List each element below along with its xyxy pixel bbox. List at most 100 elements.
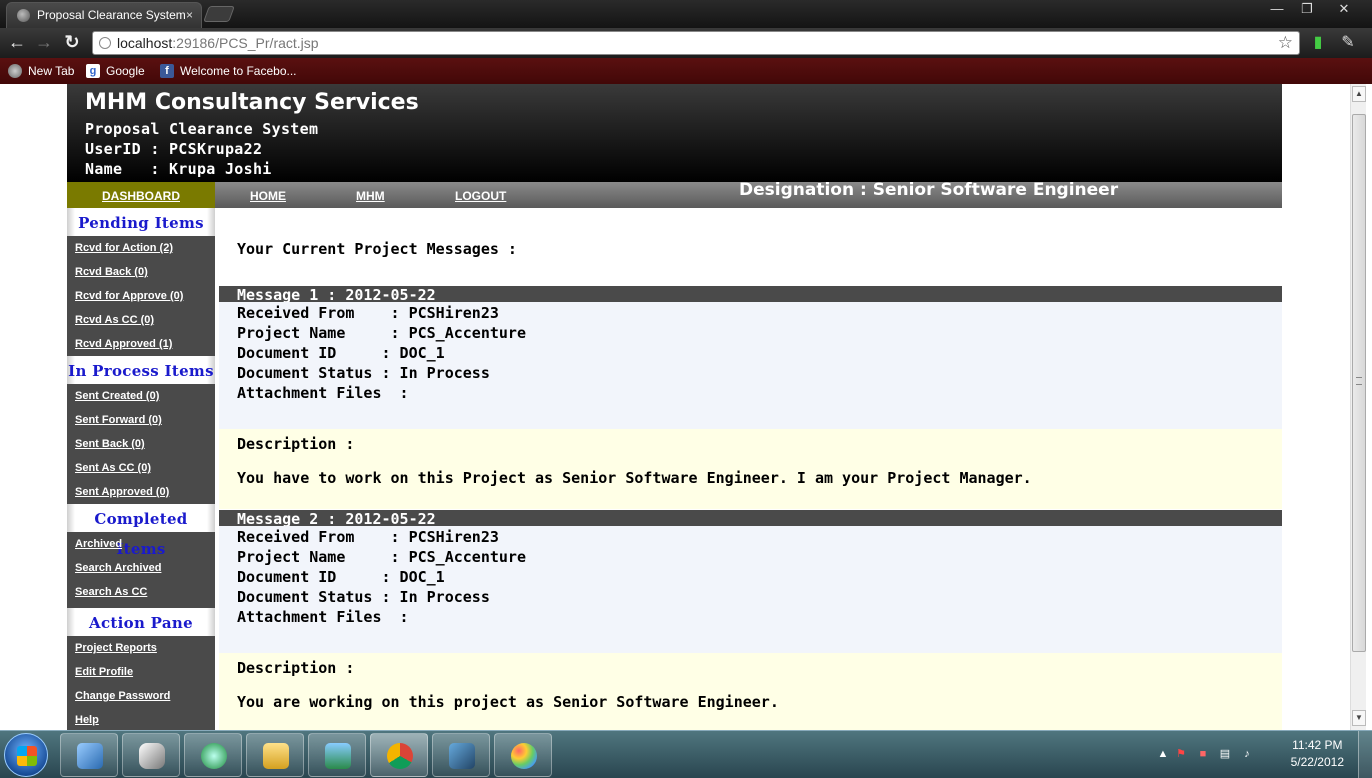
tab-close-icon[interactable]: × [186,3,193,27]
scrollbar-thumb[interactable] [1352,114,1366,652]
description-text: You are working on this project as Senio… [237,693,779,711]
bookmark-star-icon[interactable]: ☆ [1278,32,1293,54]
section-title-action-pane: Action Pane [67,608,215,636]
sidebar-item-edit-profile[interactable]: Edit Profile [67,660,215,684]
taskbar-app-netbeans[interactable] [122,733,180,777]
dolphin-icon [449,743,475,769]
window-controls: — ❐ ✕ [1262,0,1366,20]
windows-logo-icon [17,746,37,766]
received-from: Received From : PCSHiren23 [237,528,499,546]
sidebar-item-rcvd-for-action[interactable]: Rcvd for Action (2) [67,236,215,260]
sidebar-item-rcvd-back[interactable]: Rcvd Back (0) [67,260,215,284]
sidebar-item-sent-created[interactable]: Sent Created (0) [67,384,215,408]
taskbar-app-mysql[interactable] [432,733,490,777]
back-arrow-icon[interactable]: ← [6,32,28,54]
close-window-button[interactable]: ✕ [1322,0,1366,20]
sidebar: Pending Items Rcvd for Action (2) Rcvd B… [67,208,215,730]
maximize-button[interactable]: ❐ [1292,0,1322,20]
document-id: Document ID : DOC_1 [237,344,445,362]
messages-heading: Your Current Project Messages : [237,240,517,258]
browser-tab[interactable]: Proposal Clearance System × [6,2,202,28]
section-title-pending: Pending Items [67,208,215,236]
sidebar-item-sent-back[interactable]: Sent Back (0) [67,432,215,456]
page-icon [8,64,22,78]
document-status: Document Status : In Process [237,364,490,382]
dashboard-link[interactable]: DASHBOARD [67,182,215,208]
designation: Designation : Senior Software Engineer [739,180,1119,200]
bookmark-google[interactable]: g Google [86,62,145,80]
show-hidden-icons-arrow-icon[interactable]: ▲ [1156,747,1170,761]
windows-taskbar: ▲ ⚑ ■ ▤ ♪ 11:42 PM 5/22/2012 [0,730,1372,778]
message-description: Description : You have to work on this P… [219,429,1282,509]
minimize-button[interactable]: — [1262,0,1292,20]
user-id: UserID : PCSKrupa22 [85,140,263,158]
action-center-flag-icon[interactable]: ⚑ [1174,747,1188,761]
forward-arrow-icon[interactable]: → [33,32,55,54]
palette-icon [511,743,537,769]
system-tray: ▲ ⚑ ■ ▤ ♪ 11:42 PM 5/22/2012 [1152,731,1372,778]
sidebar-item-help[interactable]: Help [67,708,215,730]
taskbar-app-photo-viewer[interactable] [308,733,366,777]
network-icon[interactable]: ▤ [1218,747,1232,761]
bookmarks-bar: New Tab g Google f Welcome to Facebo... [0,58,1372,84]
security-icon[interactable]: ■ [1196,747,1210,761]
logout-link[interactable]: LOGOUT [455,182,506,208]
tab-title: Proposal Clearance System [37,8,186,22]
pcs-page: MHM Consultancy Services Proposal Cleara… [67,84,1282,730]
taskbar-app-internet-explorer[interactable] [184,733,242,777]
received-from: Received From : PCSHiren23 [237,304,499,322]
reload-icon[interactable]: ↻ [61,32,83,54]
ie-icon [201,743,227,769]
sidebar-item-search-as-cc[interactable]: Search As CC [67,580,215,604]
chrome-icon [387,743,413,769]
bookmark-facebook[interactable]: f Welcome to Facebo... [160,62,297,80]
taskbar-app-virtualbox[interactable] [60,733,118,777]
description-label: Description : [237,659,355,677]
company-name: MHM Consultancy Services [85,90,419,115]
volume-icon[interactable]: ♪ [1240,747,1254,761]
sidebar-item-sent-forward[interactable]: Sent Forward (0) [67,408,215,432]
taskbar-clock[interactable]: 11:42 PM 5/22/2012 [1291,737,1344,771]
start-button[interactable] [4,733,48,777]
vertical-scrollbar[interactable]: ▲ ▼ [1350,84,1366,730]
description-label: Description : [237,435,355,453]
show-desktop-button[interactable] [1358,731,1372,778]
browser-titlebar: Proposal Clearance System × — ❐ ✕ [0,0,1372,28]
scroll-up-arrow-icon[interactable]: ▲ [1352,86,1366,102]
sidebar-item-rcvd-approved[interactable]: Rcvd Approved (1) [67,332,215,356]
document-id: Document ID : DOC_1 [237,568,445,586]
sidebar-item-search-archived[interactable]: Search Archived [67,556,215,580]
attachment-files: Attachment Files : [237,384,409,402]
sidebar-item-rcvd-for-approve[interactable]: Rcvd for Approve (0) [67,284,215,308]
home-link[interactable]: HOME [250,182,286,208]
mhm-link[interactable]: MHM [356,182,385,208]
sidebar-item-sent-as-cc[interactable]: Sent As CC (0) [67,456,215,480]
folder-icon [263,743,289,769]
taskbar-app-chrome[interactable] [370,733,428,777]
signal-bars-icon[interactable]: ▮ [1308,33,1328,53]
main-nav: DASHBOARD HOME MHM LOGOUT Designation : … [67,182,1282,208]
messages-panel: Your Current Project Messages : Message … [219,208,1282,730]
new-tab-button[interactable] [203,6,235,22]
sidebar-item-change-password[interactable]: Change Password [67,684,215,708]
system-name: Proposal Clearance System [85,120,319,138]
scroll-down-arrow-icon[interactable]: ▼ [1352,710,1366,726]
sidebar-item-rcvd-as-cc[interactable]: Rcvd As CC (0) [67,308,215,332]
browser-toolbar: ← → ↻ localhost:29186/PCS_Pr/ract.jsp ☆ … [0,28,1372,58]
message-header: Message 2 : 2012-05-22 [219,510,1282,528]
wrench-icon[interactable]: ✎ [1338,33,1358,53]
facebook-icon: f [160,64,174,78]
address-bar[interactable]: localhost:29186/PCS_Pr/ract.jsp ☆ [92,31,1300,55]
section-title-in-process: In Process Items [67,356,215,384]
grip-icon [1356,377,1362,385]
bookmark-label: Welcome to Facebo... [180,64,297,78]
sidebar-item-project-reports[interactable]: Project Reports [67,636,215,660]
site-header: MHM Consultancy Services Proposal Cleara… [67,84,1282,182]
url-path: :29186/PCS_Pr/ract.jsp [172,35,319,51]
taskbar-app-explorer[interactable] [246,733,304,777]
sidebar-item-sent-approved[interactable]: Sent Approved (0) [67,480,215,504]
bookmark-new-tab[interactable]: New Tab [8,62,74,80]
taskbar-app-paint[interactable] [494,733,552,777]
cube-icon [77,743,103,769]
section-title-completed: Completed Items [67,504,215,558]
